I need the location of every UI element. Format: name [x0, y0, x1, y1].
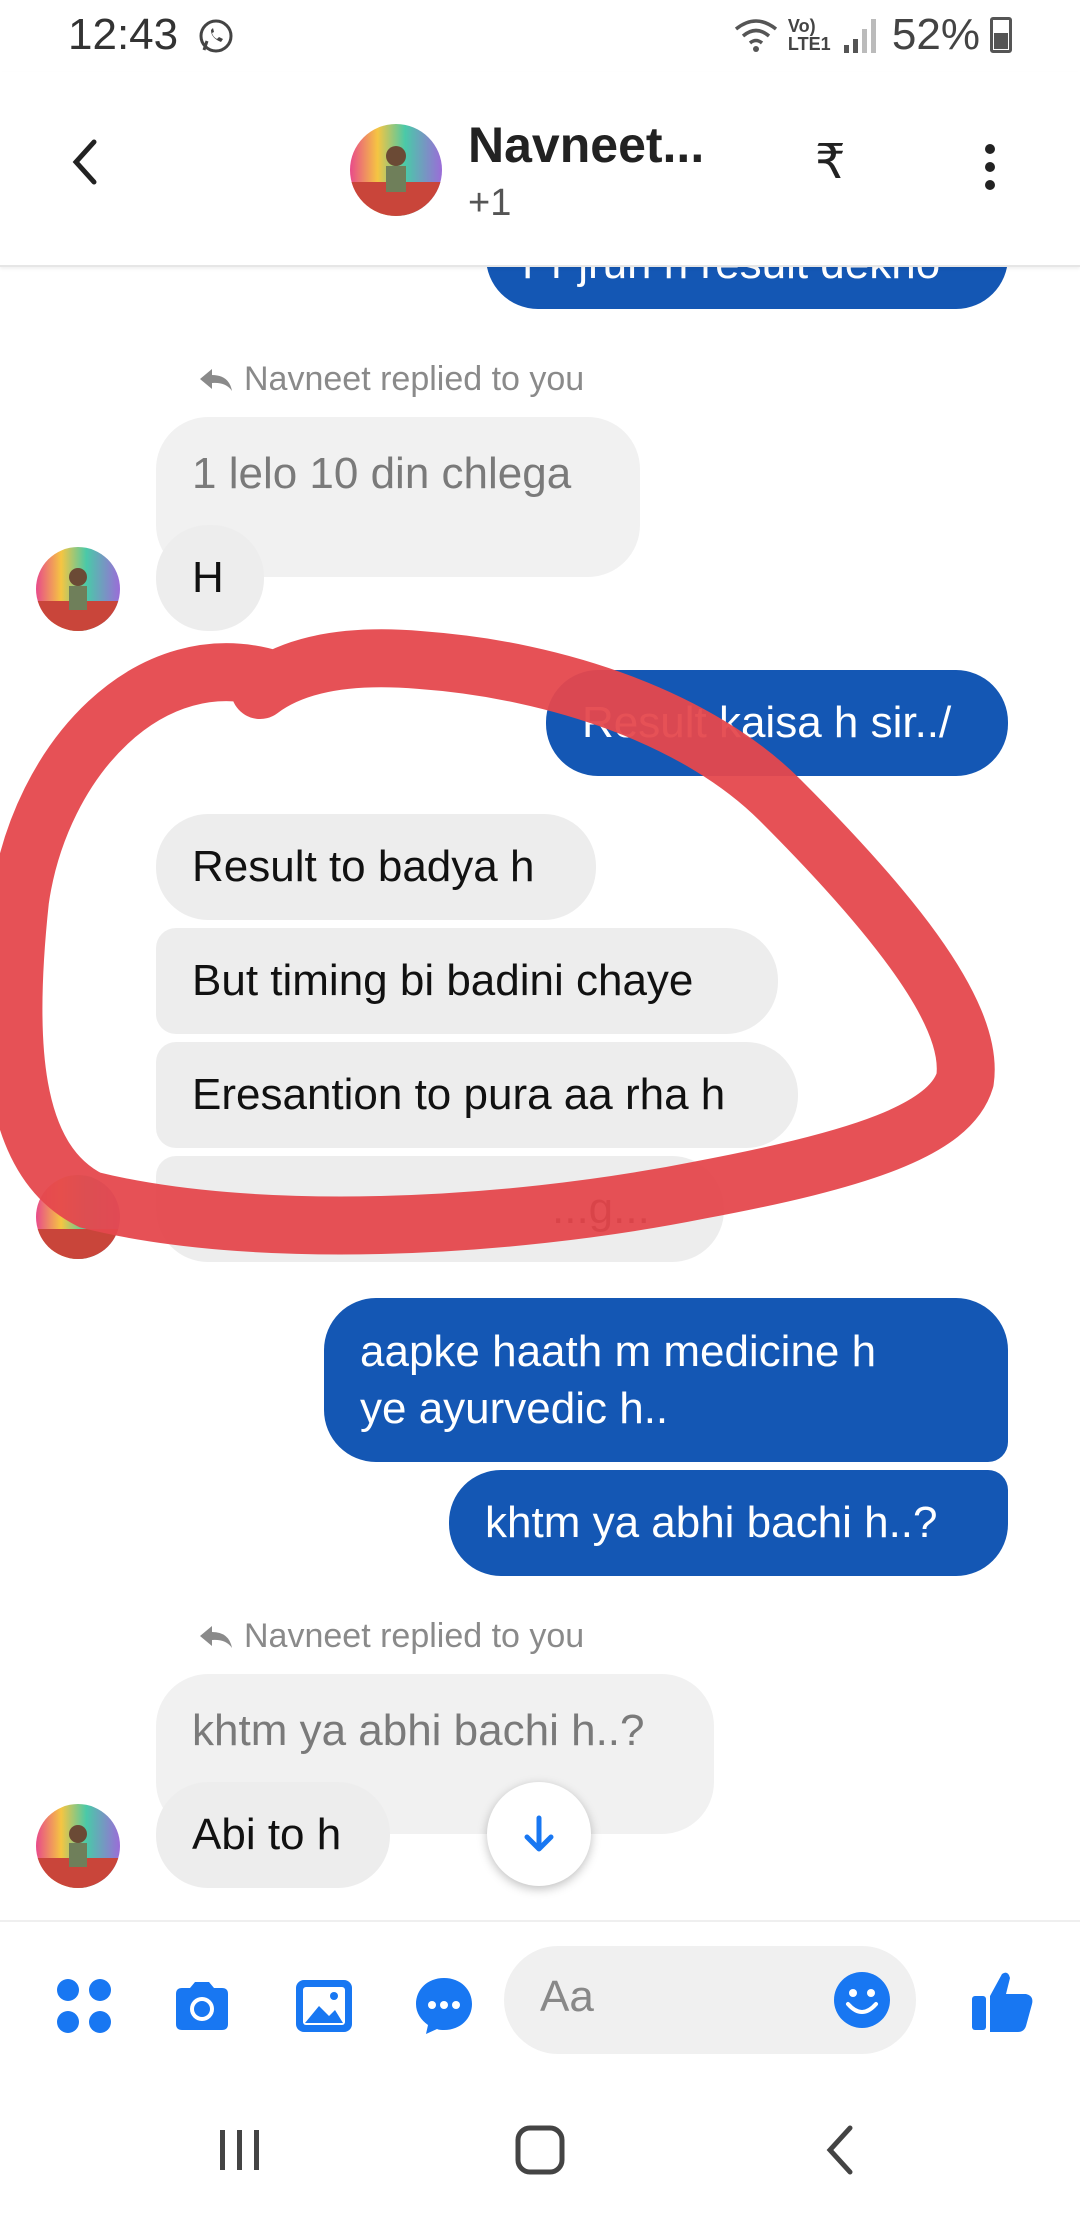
battery-percent: 52% — [891, 10, 980, 59]
reply-label: Navneet replied to you — [196, 360, 584, 399]
wifi-icon — [734, 19, 778, 52]
message-outgoing[interactable]: Result kaisa h sir../ — [546, 670, 1008, 776]
signal-icon — [843, 19, 876, 53]
message-input[interactable]: Aa — [504, 1946, 916, 2054]
system-nav-bar — [0, 2080, 1080, 2220]
emoji-icon[interactable] — [832, 1970, 892, 2030]
scroll-to-bottom-button[interactable] — [487, 1782, 591, 1886]
chat-thread[interactable]: Pr jruri h result dekho Navneet replied … — [0, 267, 1080, 1920]
status-right: Vo) LTE1 52% — [734, 10, 1012, 60]
input-placeholder: Aa — [540, 1972, 594, 2021]
reply-label: Navneet replied to you — [196, 1617, 584, 1656]
reply-arrow-icon — [200, 368, 232, 391]
apps-grid-icon[interactable] — [52, 1974, 116, 2038]
thumbs-up-icon[interactable] — [968, 1966, 1038, 2036]
message-outgoing[interactable]: aapke haath m medicine h ye ayurvedic h.… — [324, 1298, 1008, 1462]
gallery-icon[interactable] — [292, 1974, 356, 2038]
arrow-down-icon — [524, 1815, 554, 1852]
message-outgoing[interactable]: Pr jruri h result dekho — [486, 267, 1008, 309]
back-arrow-icon[interactable] — [60, 132, 110, 192]
chat-bubble-icon[interactable] — [412, 1974, 476, 2038]
rupee-icon[interactable]: ₹ — [815, 134, 846, 190]
message-incoming[interactable]: But timing bi badini chaye — [156, 928, 778, 1034]
message-outgoing[interactable]: khtm ya abhi bachi h..? — [449, 1470, 1008, 1576]
status-time: 12:43 — [68, 10, 179, 59]
message-incoming[interactable]: Result to badya h — [156, 814, 596, 920]
message-incoming[interactable]: Eresantion to pura aa rha h — [156, 1042, 798, 1148]
whatsapp-icon — [199, 19, 233, 53]
camera-icon[interactable] — [170, 1974, 234, 2038]
chat-header: Navneet... +1 ₹ — [0, 72, 1080, 267]
reply-arrow-icon — [200, 1625, 232, 1648]
participant-count: +1 — [468, 182, 512, 224]
network-label: Vo) LTE1 — [787, 16, 831, 54]
battery-icon — [990, 17, 1012, 53]
avatar[interactable] — [350, 124, 442, 216]
message-incoming[interactable]: Abi to h — [156, 1782, 390, 1888]
message-incoming[interactable]: ...g... — [156, 1156, 724, 1262]
more-menu-icon[interactable] — [975, 144, 1005, 194]
message-composer: Aa — [0, 1920, 1080, 2080]
sender-avatar[interactable] — [36, 547, 120, 631]
nav-back-icon[interactable] — [812, 2120, 872, 2180]
message-incoming[interactable]: H — [156, 525, 264, 631]
status-bar: 12:43 Vo) LTE1 52% — [0, 0, 1080, 72]
contact-name[interactable]: Navneet... — [468, 116, 704, 174]
sender-avatar[interactable] — [36, 1804, 120, 1888]
recent-apps-icon[interactable] — [210, 2120, 270, 2180]
home-icon[interactable] — [510, 2120, 570, 2180]
sender-avatar[interactable] — [36, 1175, 120, 1259]
